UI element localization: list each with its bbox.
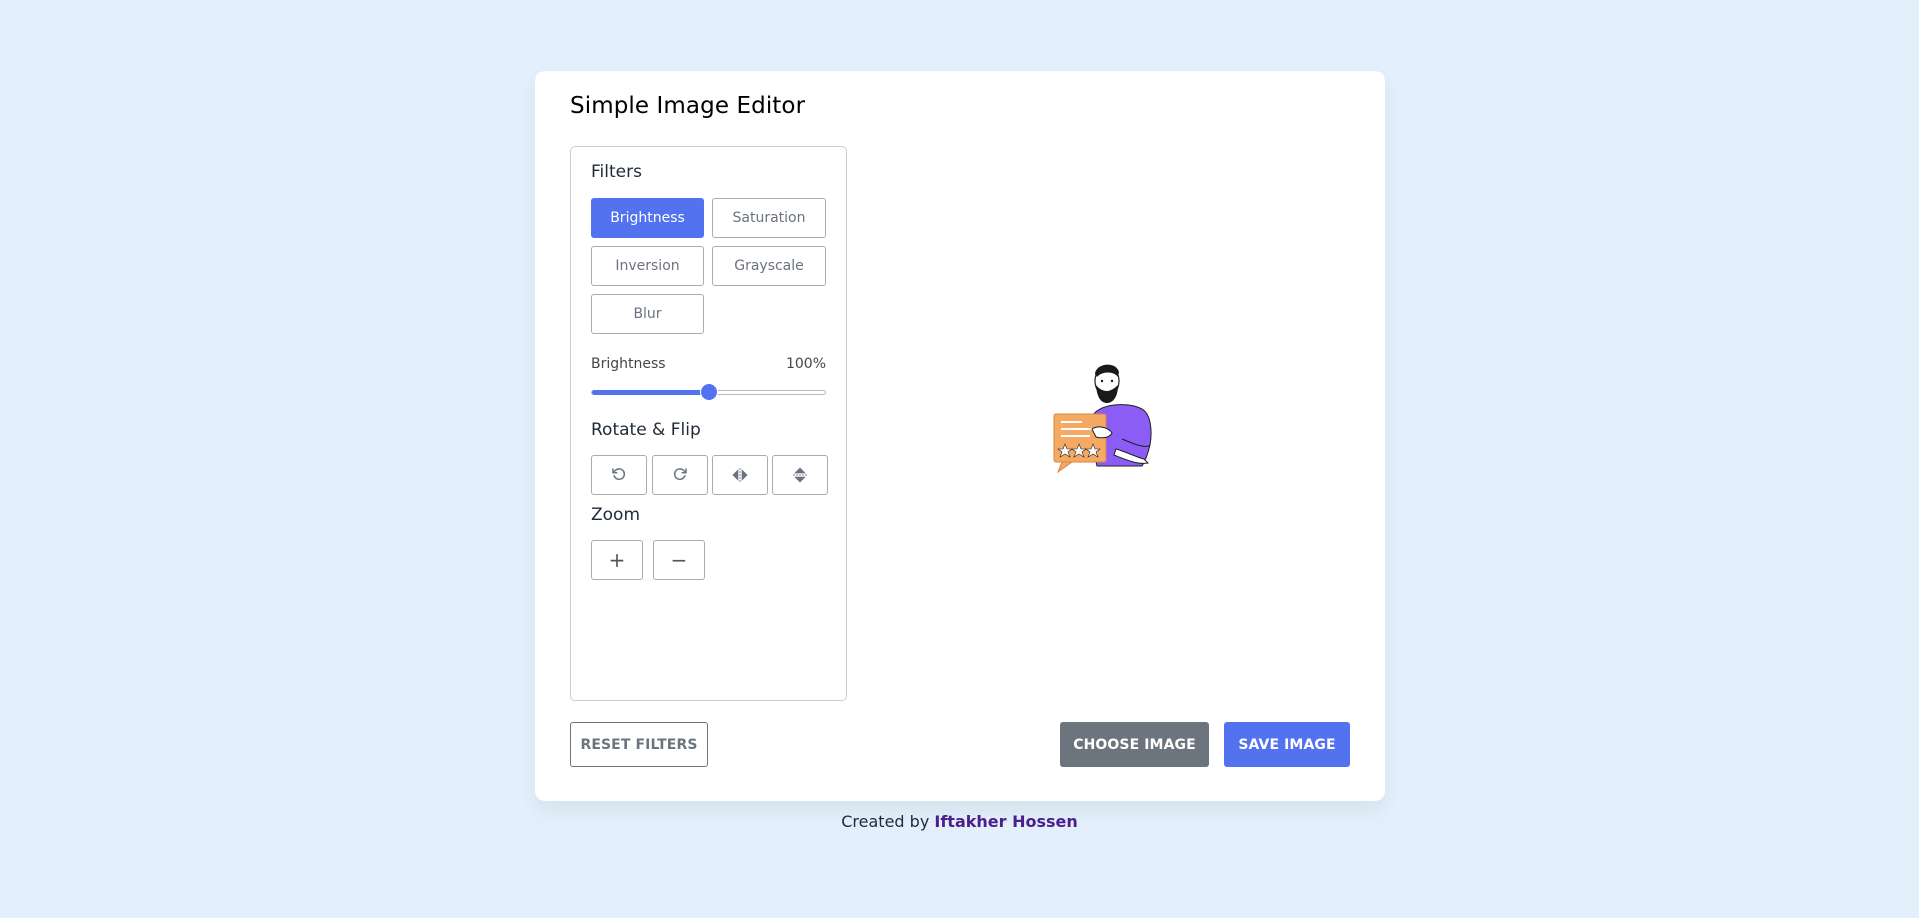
flip-horizontal-button[interactable] <box>712 455 768 495</box>
rotate-left-button[interactable] <box>591 455 647 495</box>
preview-image <box>1053 364 1152 474</box>
reset-filters-button[interactable]: Reset Filters <box>570 722 708 767</box>
save-image-button[interactable]: Save Image <box>1224 722 1350 767</box>
footer-prefix: Created by <box>841 812 930 831</box>
rotate-flip-title: Rotate & Flip <box>591 420 701 440</box>
editor-card: Simple Image Editor Filters Brightness S… <box>535 71 1385 801</box>
image-preview <box>870 146 1350 701</box>
rotate-left-icon <box>612 468 626 481</box>
flip-vertical-icon <box>793 467 807 483</box>
filters-title: Filters <box>591 162 642 182</box>
controls-panel: Filters Brightness Saturation Inversion … <box>570 146 847 701</box>
filter-brightness-button[interactable]: Brightness <box>591 198 704 238</box>
brightness-slider[interactable] <box>591 384 826 400</box>
filter-inversion-button[interactable]: Inversion <box>591 246 704 286</box>
slider-name: Brightness <box>591 356 666 372</box>
footer: Created by Iftakher Hossen <box>0 812 1919 831</box>
zoom-out-button[interactable]: − <box>653 540 705 580</box>
flip-vertical-button[interactable] <box>772 455 828 495</box>
zoom-title: Zoom <box>591 505 641 525</box>
slider-value: 100% <box>785 356 826 372</box>
rotate-right-button[interactable] <box>652 455 708 495</box>
zoom-in-button[interactable]: + <box>591 540 643 580</box>
filter-saturation-button[interactable]: Saturation <box>712 198 826 238</box>
page-title: Simple Image Editor <box>570 93 806 119</box>
flip-horizontal-icon <box>732 468 748 482</box>
zoom-out-icon: − <box>670 548 688 572</box>
zoom-in-icon: + <box>608 548 626 572</box>
filter-grayscale-button[interactable]: Grayscale <box>712 246 826 286</box>
author-link[interactable]: Iftakher Hossen <box>934 812 1077 831</box>
rotate-right-icon <box>673 468 687 481</box>
slider-thumb[interactable] <box>700 384 717 400</box>
choose-image-button[interactable]: Choose Image <box>1060 722 1209 767</box>
filter-blur-button[interactable]: Blur <box>591 294 704 334</box>
slider-fill <box>592 390 709 395</box>
